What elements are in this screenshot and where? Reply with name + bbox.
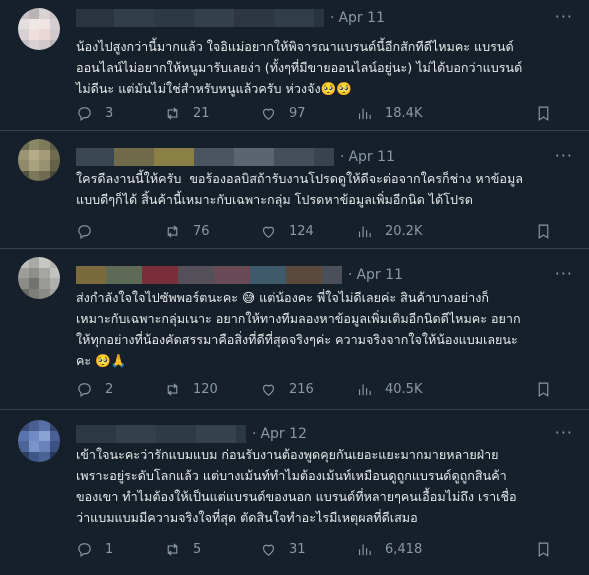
like-icon [262, 384, 275, 396]
view-count: 18.4K [385, 105, 423, 121]
redacted-username[interactable] [76, 425, 246, 443]
like-button[interactable]: 97 [260, 105, 356, 122]
more-icon[interactable]: ··· [555, 146, 573, 165]
bookmark-icon [538, 106, 549, 121]
like-button[interactable]: 124 [260, 223, 356, 240]
reply-count: 3 [105, 105, 114, 121]
tweet[interactable]: · Apr 12 ··· เข้าใจนะคะว่ารักแบมแบม ก่อน… [0, 410, 589, 575]
avatar[interactable] [18, 8, 60, 50]
separator-dot: · [340, 149, 345, 165]
action-bar: 3 21 97 18.4K [76, 103, 574, 123]
bookmark-button[interactable] [535, 105, 552, 122]
views-icon [358, 384, 371, 395]
redacted-username[interactable] [76, 9, 324, 27]
tweet-text: น้องไปสูงกว่านี้มากแล้ว ใจอิแม่อยากให้พิ… [76, 39, 523, 96]
retweet-count: 120 [193, 381, 218, 397]
bookmark-icon [538, 542, 549, 557]
like-icon [262, 108, 275, 120]
like-button[interactable]: 31 [260, 541, 356, 558]
reply-button[interactable]: 3 [76, 105, 164, 122]
redacted-username[interactable] [76, 148, 334, 166]
timestamp[interactable]: Apr 11 [356, 267, 402, 283]
reply-icon [78, 382, 91, 397]
view-count: 40.5K [385, 381, 423, 397]
avatar[interactable] [18, 257, 60, 299]
tweet[interactable]: · Apr 11 ··· ใครดีลงานนี้ให้ครับ ขอร้องอ… [0, 131, 589, 249]
more-icon[interactable]: ··· [555, 423, 573, 442]
retweet-count: 21 [193, 105, 210, 121]
reply-icon [78, 542, 91, 557]
separator-dot: · [252, 426, 257, 442]
tweet[interactable]: · Apr 11 ··· น้องไปสูงกว่านี้มากแล้ว ใจอ… [0, 0, 589, 131]
action-bar: 2 120 216 40.5K [76, 379, 574, 399]
view-count: 6,418 [385, 541, 423, 557]
tweet-header: · Apr 11 [76, 147, 395, 167]
separator-dot: · [330, 10, 335, 26]
retweet-button[interactable]: 120 [164, 381, 260, 398]
retweet-button[interactable]: 76 [164, 223, 260, 240]
separator-dot: · [348, 267, 353, 283]
views-button[interactable]: 40.5K [356, 381, 446, 398]
reply-button[interactable] [76, 223, 164, 240]
tweet-header: · Apr 12 [76, 424, 307, 444]
timestamp[interactable]: Apr 11 [338, 10, 384, 26]
tweet-header: · Apr 11 [76, 8, 385, 28]
views-button[interactable]: 18.4K [356, 105, 446, 122]
retweet-icon [167, 106, 178, 120]
views-icon [358, 108, 371, 119]
tweet-text: เข้าใจนะคะว่ารักแบมแบม ก่อนรับงานต้องพูด… [76, 447, 517, 525]
views-icon [358, 544, 371, 555]
reply-button[interactable]: 2 [76, 381, 164, 398]
avatar[interactable] [18, 420, 60, 462]
retweet-icon [167, 382, 178, 396]
bookmark-icon [538, 224, 549, 239]
retweet-button[interactable]: 21 [164, 105, 260, 122]
like-count: 124 [289, 223, 314, 239]
action-bar: 76 124 20.2K [76, 221, 574, 241]
tweet[interactable]: · Apr 11 ··· ส่งกำลังใจใจไปซัพพอร์ตนะคะ … [0, 249, 589, 410]
reply-count: 1 [105, 541, 114, 557]
retweet-icon [167, 542, 178, 556]
timestamp[interactable]: Apr 12 [260, 426, 306, 442]
action-bar: 1 5 31 6,418 [76, 539, 574, 559]
timestamp[interactable]: Apr 11 [348, 149, 394, 165]
like-count: 216 [289, 381, 314, 397]
more-icon[interactable]: ··· [555, 7, 573, 26]
retweet-count: 5 [193, 541, 202, 557]
reply-icon [78, 224, 91, 239]
retweet-icon [167, 224, 178, 238]
retweet-button[interactable]: 5 [164, 541, 260, 558]
tweet-feed: · Apr 11 ··· น้องไปสูงกว่านี้มากแล้ว ใจอ… [0, 0, 589, 575]
view-count: 20.2K [385, 223, 423, 239]
bookmark-button[interactable] [535, 541, 552, 558]
tweet-text: ส่งกำลังใจใจไปซัพพอร์ตนะคะ 😅 แต่น้องคะ พ… [76, 290, 521, 368]
like-count: 97 [289, 105, 306, 121]
views-button[interactable]: 6,418 [356, 541, 446, 558]
views-icon [358, 226, 371, 237]
like-icon [262, 544, 275, 556]
views-button[interactable]: 20.2K [356, 223, 446, 240]
like-count: 31 [289, 541, 306, 557]
retweet-count: 76 [193, 223, 210, 239]
reply-button[interactable]: 1 [76, 541, 164, 558]
bookmark-icon [538, 382, 549, 397]
tweet-header: · Apr 11 [76, 265, 403, 285]
like-button[interactable]: 216 [260, 381, 356, 398]
reply-icon [78, 106, 91, 121]
reply-count: 2 [105, 381, 114, 397]
bookmark-button[interactable] [535, 223, 552, 240]
redacted-username[interactable] [76, 266, 342, 284]
bookmark-button[interactable] [535, 381, 552, 398]
more-icon[interactable]: ··· [555, 264, 573, 283]
like-icon [262, 226, 275, 238]
avatar[interactable] [18, 139, 60, 181]
tweet-text: ใครดีลงานนี้ให้ครับ ขอร้องอลบิสถ้ารับงาน… [76, 171, 523, 207]
